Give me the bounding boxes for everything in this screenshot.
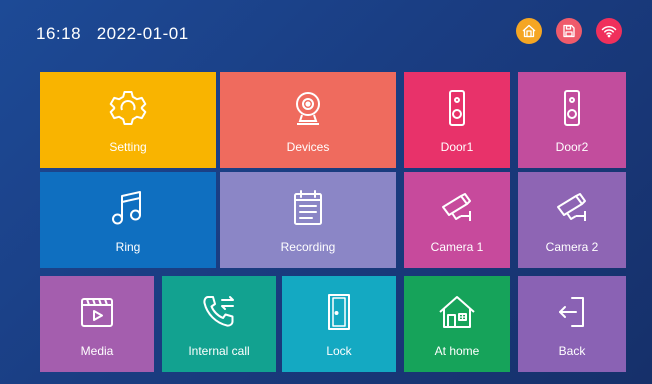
- back-tile[interactable]: Back: [518, 276, 626, 372]
- calendar-list-icon: [294, 190, 322, 225]
- ring-tile[interactable]: Ring: [40, 172, 216, 268]
- clock: 16:18 2022-01-01: [36, 24, 189, 44]
- tile-label: Lock: [326, 344, 352, 358]
- tile-label: Door1: [440, 140, 474, 154]
- tile-label: Camera 2: [545, 240, 599, 254]
- door2-tile[interactable]: Door2: [518, 72, 626, 168]
- exit-icon: [559, 297, 584, 327]
- tile-label: Ring: [115, 240, 141, 254]
- tile-label: Devices: [286, 140, 330, 154]
- tile-label: Internal call: [188, 344, 250, 358]
- tile-label: Setting: [109, 140, 147, 154]
- doorbell-icon: [564, 90, 580, 126]
- at-home-tile[interactable]: At home: [404, 276, 510, 372]
- devices-tile[interactable]: Devices: [220, 72, 396, 168]
- date-text: 2022-01-01: [96, 24, 189, 43]
- intercom-home-screen: 16:18 2022-01-01 Setting Devices Door1 D…: [0, 0, 652, 384]
- tile-label: Camera 1: [430, 240, 484, 254]
- home-mode-icon: [516, 18, 542, 44]
- cctv-camera-icon: [557, 193, 586, 221]
- phone-transfer-icon: [203, 296, 234, 327]
- status-bar: 16:18 2022-01-01: [0, 0, 652, 64]
- house-icon: [439, 296, 475, 328]
- tile-label: Back: [558, 344, 586, 358]
- tile-label: Door2: [555, 140, 589, 154]
- camera2-tile[interactable]: Camera 2: [518, 172, 626, 268]
- tile-label: Media: [80, 344, 114, 358]
- recording-tile[interactable]: Recording: [220, 172, 396, 268]
- webcam-icon: [296, 92, 320, 125]
- video-player-icon: [81, 298, 113, 327]
- door1-tile[interactable]: Door1: [404, 72, 510, 168]
- tile-label: At home: [434, 344, 480, 358]
- music-note-icon: [112, 191, 141, 225]
- gear-icon: [109, 91, 147, 125]
- doorbell-icon: [449, 90, 465, 126]
- setting-tile[interactable]: Setting: [40, 72, 216, 168]
- door-icon: [328, 294, 350, 330]
- internal-call-tile[interactable]: Internal call: [162, 276, 276, 372]
- media-tile[interactable]: Media: [40, 276, 154, 372]
- cctv-camera-icon: [442, 193, 471, 221]
- time-text: 16:18: [36, 24, 82, 43]
- lock-tile[interactable]: Lock: [282, 276, 396, 372]
- wifi-icon: [596, 18, 622, 44]
- tile-label: Recording: [280, 240, 336, 254]
- camera1-tile[interactable]: Camera 1: [404, 172, 510, 268]
- sd-card-icon: [556, 18, 582, 44]
